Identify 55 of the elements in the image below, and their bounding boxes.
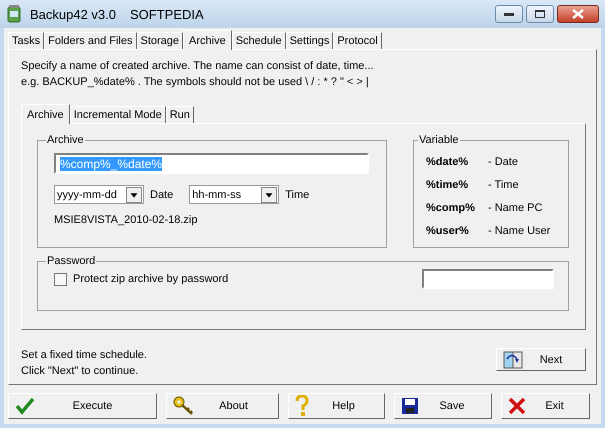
tab[interactable]: Storage bbox=[136, 32, 184, 49]
time-label: Time bbox=[285, 188, 310, 200]
hint-text: Set a fixed time schedule. bbox=[21, 348, 147, 363]
dropdown-arrow-icon[interactable] bbox=[261, 186, 278, 202]
variable-meaning: - Date bbox=[488, 156, 518, 168]
minimize-button[interactable] bbox=[495, 5, 523, 23]
checkmark-icon bbox=[15, 397, 35, 415]
variable-meaning: - Time bbox=[488, 178, 519, 190]
description-text: Specify a name of created archive. The name can consist of date, time... bbox=[21, 59, 375, 74]
tab[interactable]: Folders and Files bbox=[44, 32, 136, 49]
close-icon bbox=[572, 9, 584, 19]
tab[interactable]: Incremental Mode bbox=[70, 106, 166, 123]
save-button[interactable]: Save bbox=[394, 393, 492, 419]
tab[interactable]: Run bbox=[166, 106, 194, 123]
archive-filename-preview: MSIE8VISTA_2010-02-18.zip bbox=[54, 214, 198, 226]
tab[interactable]: Settings bbox=[286, 32, 334, 49]
maximize-icon bbox=[535, 10, 545, 18]
date-format-dropdown[interactable]: yyyy-mm-dd bbox=[54, 185, 144, 204]
group-title: Archive bbox=[46, 134, 85, 146]
variable-code: %comp% bbox=[426, 202, 476, 214]
variable-code: %time% bbox=[426, 178, 470, 190]
checkbox[interactable] bbox=[54, 272, 67, 286]
close-button[interactable] bbox=[557, 5, 599, 23]
hint-text: Click "Next" to continue. bbox=[21, 364, 140, 379]
question-mark-icon bbox=[295, 395, 309, 417]
execute-button[interactable]: Execute bbox=[8, 393, 157, 419]
checkbox-label[interactable]: Protect zip archive by password bbox=[73, 273, 228, 285]
key-icon bbox=[173, 396, 195, 416]
next-step-icon bbox=[503, 350, 523, 368]
next-button[interactable]: Next bbox=[496, 348, 586, 371]
cross-icon bbox=[508, 397, 526, 415]
app-icon bbox=[6, 5, 22, 23]
group-title: Variable bbox=[418, 134, 460, 146]
description-text: e.g. BACKUP_%date% . The symbols should not be used \ / : * ? " < > | bbox=[21, 75, 370, 90]
variable-meaning: - Name User bbox=[488, 224, 550, 236]
tab[interactable]: Protocol bbox=[333, 32, 382, 49]
minimize-icon bbox=[504, 12, 514, 16]
variable-meaning: - Name PC bbox=[488, 202, 542, 214]
help-button[interactable]: Help bbox=[288, 393, 385, 419]
password-field[interactable] bbox=[422, 269, 554, 289]
tab[interactable]: Archive bbox=[21, 104, 70, 124]
tab[interactable]: Schedule bbox=[232, 32, 286, 49]
variable-code: %date% bbox=[426, 156, 470, 168]
tab[interactable]: Archive bbox=[183, 30, 232, 50]
window-title-extra: SOFTPEDIA bbox=[130, 6, 204, 22]
window-title: Backup42 v3.0 bbox=[30, 6, 116, 22]
date-label: Date bbox=[150, 188, 174, 200]
about-button[interactable]: About bbox=[166, 393, 279, 419]
variable-code: %user% bbox=[426, 224, 470, 236]
dropdown-arrow-icon[interactable] bbox=[126, 186, 142, 202]
maximize-button[interactable] bbox=[526, 5, 554, 23]
exit-button[interactable]: Exit bbox=[501, 393, 590, 419]
tab[interactable]: Tasks bbox=[8, 32, 44, 49]
group-title: Password bbox=[46, 255, 96, 267]
time-format-dropdown[interactable]: hh-mm-ss bbox=[189, 185, 280, 204]
